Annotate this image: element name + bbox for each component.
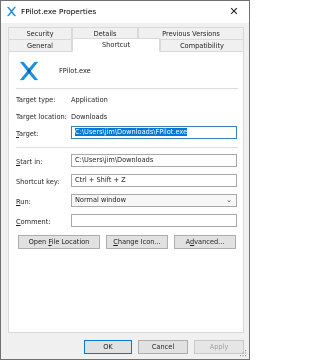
cancel-label: Cancel	[151, 343, 175, 351]
shortcut-key-value: Ctrl + Shift + Z	[75, 176, 126, 184]
target-type-label: Target type:	[16, 96, 56, 104]
target-label: Target:	[16, 130, 39, 138]
shortcut-key-field[interactable]: Ctrl + Shift + Z	[71, 174, 237, 187]
run-label: Run:	[16, 198, 31, 206]
comment-label: Comment:	[16, 218, 51, 226]
tab-label: Security	[26, 30, 54, 38]
target-location-label: Target location:	[16, 113, 67, 121]
run-value: Normal window	[75, 196, 126, 204]
advanced-button[interactable]: Advanced...	[174, 235, 236, 249]
change-icon-button[interactable]: Change Icon...	[106, 235, 168, 249]
chevron-down-icon: ⌄	[226, 196, 232, 204]
title-bar[interactable]: FPilot.exe Properties ✕	[1, 1, 249, 23]
target-location-value: Downloads	[71, 113, 108, 121]
comment-field[interactable]	[71, 214, 237, 227]
start-in-label: Start in:	[16, 158, 43, 166]
target-type-value: Application	[71, 96, 108, 104]
apply-button[interactable]: Apply	[194, 340, 244, 354]
open-file-location-button[interactable]: Open File Location	[18, 235, 100, 249]
divider	[16, 147, 238, 148]
tab-label: Previous Versions	[162, 30, 220, 38]
application-icon	[19, 61, 39, 81]
ok-label: OK	[103, 343, 113, 351]
run-select[interactable]: Normal window ⌄	[71, 194, 237, 207]
properties-dialog: FPilot.exe Properties ✕ Security Details…	[0, 0, 250, 360]
tab-shortcut[interactable]: Shortcut	[72, 38, 160, 52]
app-icon	[6, 6, 17, 17]
tab-label: Shortcut	[101, 41, 131, 49]
start-in-value: C:\Users\jim\Downloads	[75, 156, 154, 164]
shortcut-key-label: Shortcut key:	[16, 178, 60, 186]
shortcut-panel: FPilot.exe Target type: Application Targ…	[8, 51, 244, 333]
start-in-field[interactable]: C:\Users\jim\Downloads	[71, 154, 237, 167]
target-field[interactable]: C:\Users\jim\Downloads\FPilot.exe	[71, 126, 237, 139]
cancel-button[interactable]: Cancel	[138, 340, 188, 354]
close-icon: ✕	[229, 5, 239, 18]
tab-label: Details	[93, 30, 117, 38]
window-title: FPilot.exe Properties	[21, 7, 97, 16]
close-button[interactable]: ✕	[219, 1, 249, 23]
tab-label: Compatibility	[180, 42, 224, 50]
app-name: FPilot.exe	[59, 67, 91, 75]
tab-label: General	[27, 42, 53, 50]
ok-button[interactable]: OK	[84, 340, 132, 354]
divider	[16, 88, 238, 89]
apply-label: Apply	[209, 343, 229, 351]
resize-grip-icon[interactable]	[239, 349, 247, 357]
target-value: C:\Users\jim\Downloads\FPilot.exe	[75, 128, 188, 136]
